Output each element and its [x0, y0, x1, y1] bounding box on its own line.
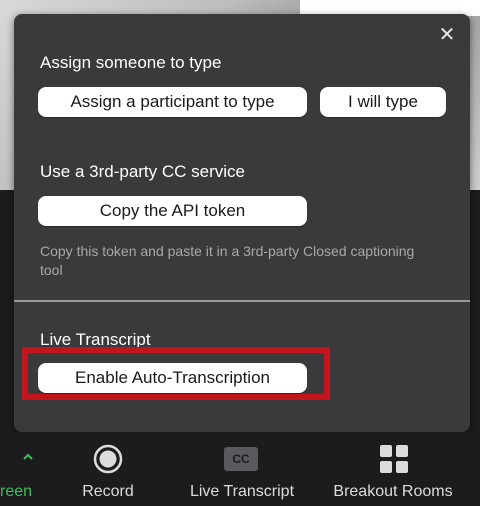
cc-icon: CC: [224, 447, 258, 471]
toolbar-live-transcript-button[interactable]: CC Live Transcript: [176, 432, 308, 506]
closed-caption-popup: ✕ Assign someone to type Assign a partic…: [14, 14, 470, 432]
third-party-section-title: Use a 3rd-party CC service: [40, 162, 246, 181]
close-icon[interactable]: ✕: [438, 25, 456, 45]
section-divider: [14, 300, 470, 302]
copy-api-token-button[interactable]: Copy the API token: [38, 196, 307, 226]
record-icon: [93, 444, 123, 474]
toolbar-share-screen-partial[interactable]: reen: [0, 432, 52, 506]
enable-auto-transcription-button[interactable]: Enable Auto-Transcription: [38, 363, 307, 393]
meeting-toolbar: reen Record CC Live Transcript Breakout …: [0, 432, 480, 506]
copy-token-help-text: Copy this token and paste it in a 3rd-pa…: [40, 243, 415, 278]
toolbar-breakout-rooms-button[interactable]: Breakout Rooms: [322, 432, 464, 506]
breakout-rooms-icon: [379, 444, 409, 474]
i-will-type-button[interactable]: I will type: [320, 87, 446, 117]
chevron-up-icon[interactable]: [20, 450, 36, 464]
toolbar-label: Live Transcript: [189, 483, 295, 500]
assign-participant-button[interactable]: Assign a participant to type: [38, 87, 307, 117]
assign-section-title: Assign someone to type: [40, 53, 222, 72]
toolbar-label: Record: [82, 483, 134, 500]
toolbar-label: reen: [0, 483, 33, 500]
toolbar-record-button[interactable]: Record: [60, 432, 156, 506]
toolbar-label: Breakout Rooms: [333, 483, 453, 500]
